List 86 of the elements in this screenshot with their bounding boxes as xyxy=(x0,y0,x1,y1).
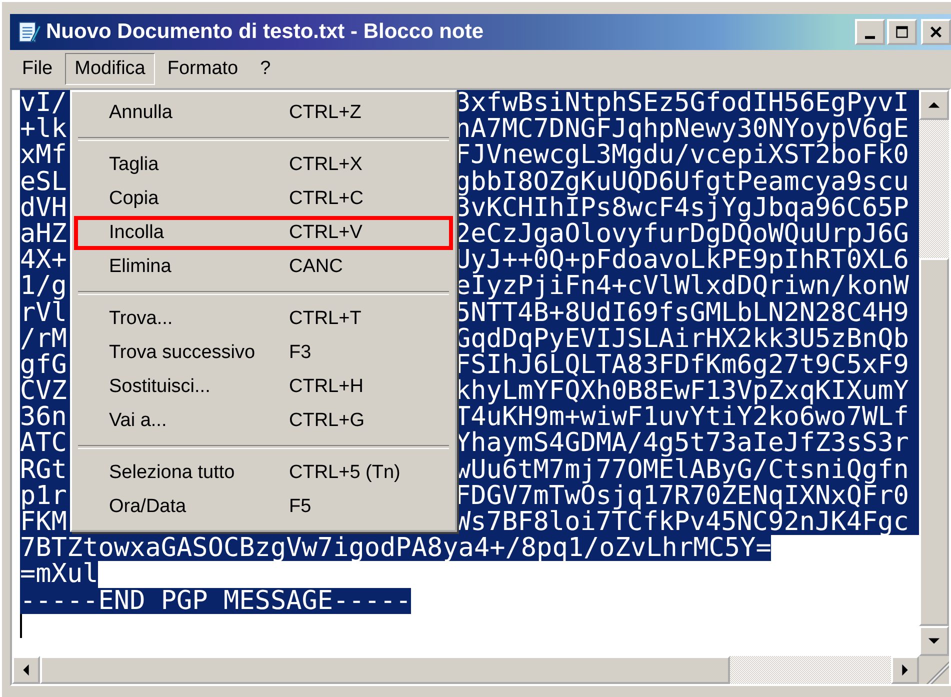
scroll-up-button[interactable] xyxy=(919,90,949,120)
text-line-fragment: YhaymS4GDMA/4g5t73aIeJfZ3sS3r xyxy=(455,430,909,457)
menu-item-shortcut: CANC xyxy=(289,256,343,278)
menu-item-shortcut: F5 xyxy=(289,496,312,518)
menu-item-shortcut: CTRL+T xyxy=(289,308,362,330)
window-title: Nuovo Documento di testo.txt - Blocco note xyxy=(46,20,484,44)
minimize-icon xyxy=(865,36,875,38)
menu-item-label: Trova successivo xyxy=(109,342,256,364)
menu-item-shortcut: CTRL+H xyxy=(289,376,364,398)
text-line-fragment: FDGV7mTwOsjq17R70ZENqIXNxQFr0 xyxy=(455,482,909,510)
text-line-fragment: GqdDqPyEVIJSLAirHX2kk3U5zBnQb xyxy=(455,326,909,352)
menu-bar-item[interactable]: ? xyxy=(250,53,281,85)
menu-bar-item[interactable]: Formato xyxy=(157,53,248,85)
text-line-fragment: 3vKCHIhIPs8wcF4sjYgJbqa96C65P xyxy=(455,194,909,221)
menu-item-shortcut: CTRL+G xyxy=(289,410,364,432)
text-line-fragment: gfG xyxy=(20,352,67,378)
menu-item-label: Elimina xyxy=(109,256,172,278)
text-line-fragment: wUu6tM7mj77OMElAByG/CtsniQgfn xyxy=(455,456,909,483)
text-line-fragment: ATC xyxy=(20,430,67,457)
text-line-fragment: CVZ xyxy=(20,378,67,404)
text-line-fragment: 2eCzJgaOlovyfurDgDQoWQuUrpJ6G xyxy=(455,220,909,248)
menu-item[interactable]: Taglia CTRL+X xyxy=(74,148,453,182)
menu-item[interactable]: Elimina CANC xyxy=(74,250,453,284)
text-line-fragment: khyLmYFQXh0B8EwF13VpZxqKIXumY xyxy=(455,378,909,404)
text-line-fragment: FJVnewcgL3Mgdu/vcepiXST2boFk0 xyxy=(455,142,909,169)
menu-item[interactable]: Ora/Data F5 xyxy=(74,490,453,524)
menu-item-label: Vai a... xyxy=(109,410,168,432)
menu-item[interactable]: Copia CTRL+C xyxy=(74,182,453,216)
menu-item[interactable]: Annulla CTRL+Z xyxy=(74,96,453,130)
text-line-fragment: FKM xyxy=(20,509,67,536)
menu-item-shortcut: CTRL+V xyxy=(289,222,362,244)
text-line-fragment: RGt xyxy=(20,456,67,483)
close-button[interactable] xyxy=(921,19,951,45)
menu-item-shortcut: CTRL+C xyxy=(289,188,364,210)
menu-item-shortcut: F3 xyxy=(289,342,312,364)
text-line-fragment: 36n xyxy=(20,404,67,430)
menu-item-shortcut: CTRL+Z xyxy=(289,102,362,124)
text-line-fragment: UyJ++0Q+pFdoavoLkPE9pIhRT0XL6 xyxy=(455,247,909,274)
scrollbar-thumb[interactable] xyxy=(40,656,730,684)
text-line-fragment: FSIhJ6LQLTA83FDfKm6g27t9C5xF9 xyxy=(455,352,909,378)
text-line-fragment: 5NTT4B+8UdI69fsGMLbLN2N28C4H9 xyxy=(455,300,909,326)
menu-bar-item[interactable]: File xyxy=(12,53,63,85)
menu-item-label: Seleziona tutto xyxy=(109,462,236,484)
text-line-fragment: Ws7BF8loi7TCfkPv45NC92nJK4Fgc xyxy=(455,509,909,536)
text-line-fragment: gbbI8OZgKuUQD6UfgtPeamcya9scu xyxy=(455,168,909,195)
menu-bar-item[interactable]: Modifica xyxy=(64,53,156,85)
menu-item-label: Copia xyxy=(109,188,160,210)
text-line-fragment: aHZ xyxy=(20,220,67,248)
maximize-button[interactable] xyxy=(887,19,917,45)
maximize-icon xyxy=(895,25,909,39)
text-line-fragment: dVH xyxy=(20,194,67,221)
minimize-button[interactable] xyxy=(855,19,885,45)
menu-item[interactable]: Sostituisci... CTRL+H xyxy=(74,370,453,404)
text-line-fragment: +lk xyxy=(20,116,67,142)
menu-item-shortcut: CTRL+5 (Tn) xyxy=(289,462,400,484)
scrollbar-thumb[interactable] xyxy=(919,258,949,626)
menu-item[interactable]: Incolla CTRL+V xyxy=(74,216,453,250)
menu-item-label: Taglia xyxy=(109,154,160,176)
scroll-left-button[interactable] xyxy=(12,656,40,684)
menu-item[interactable]: Trova... CTRL+T xyxy=(74,302,453,336)
menu-item-label: Incolla xyxy=(109,222,165,244)
text-line-fragment: rVl xyxy=(20,300,67,326)
text-line-fragment: xMf xyxy=(20,142,67,169)
scroll-right-button[interactable] xyxy=(891,656,919,684)
text-line-fragment: p1r xyxy=(20,482,67,510)
menu-item[interactable]: Vai a... CTRL+G xyxy=(74,404,453,438)
text-line-fragment: /rM xyxy=(20,326,67,352)
menu-item[interactable]: Seleziona tutto CTRL+5 (Tn) xyxy=(74,456,453,490)
notepad-icon xyxy=(16,19,42,45)
menu-item[interactable]: Trova successivo F3 xyxy=(74,336,453,370)
menu-item-label: Trova... xyxy=(109,308,174,330)
text-line-fragment: nA7MC7DNGFJqhpNewy30NYoypV6gE xyxy=(455,116,909,142)
text-line-fragment: 1/g xyxy=(20,273,67,300)
menu-item-label: Sostituisci... xyxy=(109,376,212,398)
text-line-fragment: 4X+ xyxy=(20,247,67,274)
text-line-fragment: eSL xyxy=(20,168,67,195)
menu-item-label: Annulla xyxy=(109,102,174,124)
text-cursor xyxy=(20,614,22,638)
menu-item-label: Ora/Data xyxy=(109,496,188,518)
text-line-fragment: eIyzPjiFn4+cVlWlxdDQriwn/konW xyxy=(455,273,909,300)
text-line-fragment: 3xfwBsiNtphSEz5GfodIH56EgPyvI xyxy=(455,90,909,116)
scroll-down-button[interactable] xyxy=(919,626,949,656)
text-line-fragment: vI/ xyxy=(20,90,67,116)
close-icon xyxy=(929,25,943,39)
menu-item-shortcut: CTRL+X xyxy=(289,154,362,176)
text-line-fragment: T4uKH9m+wiwF1uvYtiY2ko6wo7WLf xyxy=(455,404,909,430)
